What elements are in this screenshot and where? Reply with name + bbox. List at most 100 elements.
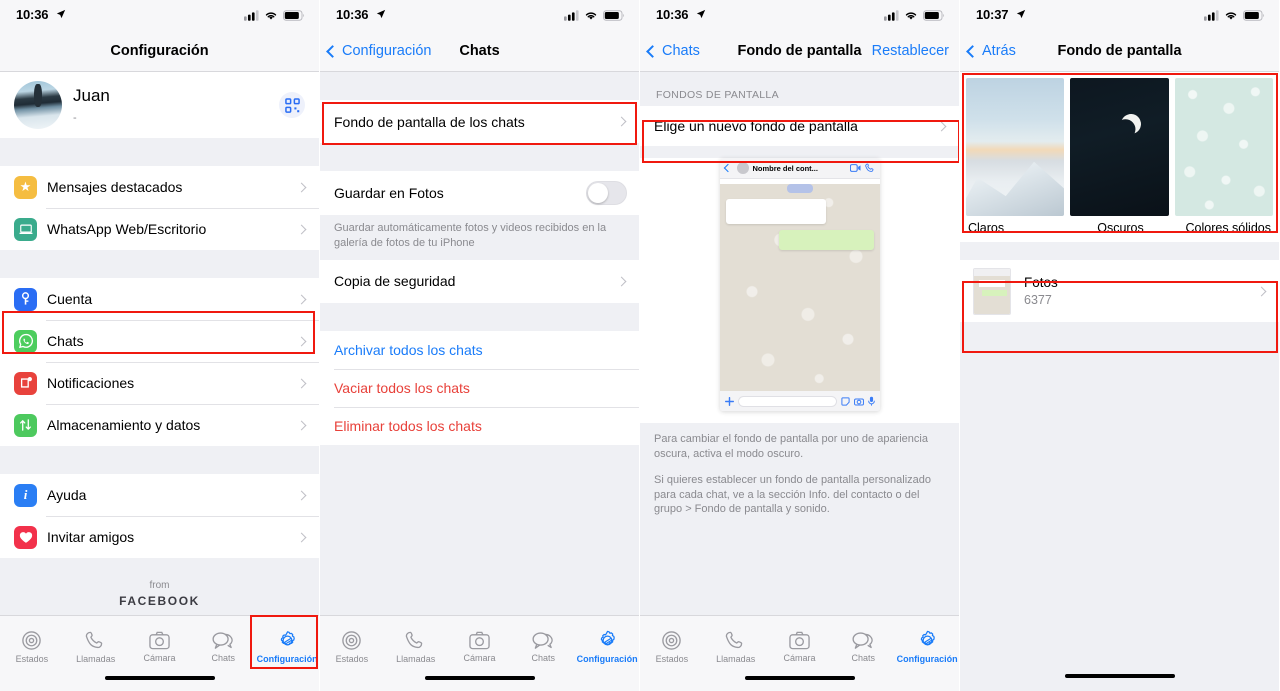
status-rings-icon — [662, 631, 682, 650]
row-label: Eliminar todos los chats — [334, 417, 482, 434]
wallpaper-category-oscuros[interactable]: Oscuros — [1070, 78, 1169, 242]
sidebar-item-notificaciones[interactable]: Notificaciones — [0, 362, 319, 404]
phone-icon — [864, 163, 873, 172]
tab-chats[interactable]: Chats — [511, 616, 575, 672]
tab-configuracion[interactable]: Configuración — [255, 616, 319, 672]
location-arrow-icon — [1016, 9, 1026, 22]
wallpaper-category-colores-solidos[interactable]: Colores sólidos — [1174, 78, 1273, 242]
avatar — [736, 162, 749, 174]
profile-row[interactable]: Juan - — [0, 72, 319, 138]
tab-configuracion[interactable]: Configuración — [575, 616, 639, 672]
battery-icon — [923, 9, 945, 21]
arrows-updown-icon — [14, 413, 37, 437]
cellular-signal-icon — [884, 9, 899, 21]
wallpaper-preview-container: Nombre del cont... — [640, 158, 959, 423]
backup-group: Copia de seguridad — [320, 259, 639, 303]
tab-llamadas[interactable]: Llamadas — [704, 616, 768, 672]
settings-group-2: Cuenta Chats Notificaciones Almacenamien… — [0, 278, 319, 446]
cellular-signal-icon — [564, 9, 579, 21]
status-time-group: 10:37 — [976, 6, 1026, 24]
settings-group-1: ★ Mensajes destacados WhatsApp Web/Escri… — [0, 166, 319, 250]
chat-bubbles-icon — [852, 632, 873, 649]
location-arrow-icon — [56, 9, 66, 22]
chevron-right-icon — [296, 420, 307, 430]
tab-estados[interactable]: Estados — [320, 616, 384, 672]
row-eliminar-todos-los-chats[interactable]: Eliminar todos los chats — [320, 406, 639, 445]
sidebar-item-ayuda[interactable]: i Ayuda — [0, 474, 319, 516]
solid-teal-pattern-thumb — [1174, 78, 1273, 216]
page-title: Fondo de pantalla — [1057, 42, 1182, 59]
footer-brand: FACEBOOK — [119, 594, 200, 608]
tab-label: Llamadas — [76, 654, 116, 664]
facebook-footer: from FACEBOOK — [0, 558, 319, 608]
info-icon: i — [14, 483, 37, 507]
row-fotos[interactable]: Fotos 6377 — [960, 260, 1279, 322]
sidebar-item-mensajes-destacados[interactable]: ★ Mensajes destacados — [0, 166, 319, 208]
row-archivar-todos-los-chats[interactable]: Archivar todos los chats — [320, 330, 639, 369]
chevron-right-icon — [296, 490, 307, 500]
tab-llamadas[interactable]: Llamadas — [64, 616, 128, 672]
back-button[interactable]: Atrás — [966, 30, 1016, 72]
camera-icon — [469, 631, 490, 650]
tab-llamadas[interactable]: Llamadas — [384, 616, 448, 672]
tab-list: Estados Llamadas Cámara Chats Configurac… — [640, 616, 959, 672]
sidebar-item-whatsapp-web[interactable]: WhatsApp Web/Escritorio — [0, 208, 319, 250]
tab-camara[interactable]: Cámara — [768, 616, 832, 672]
home-indicator — [104, 676, 215, 680]
sidebar-item-invitar-amigos[interactable]: Invitar amigos — [0, 516, 319, 558]
status-indicators — [244, 9, 305, 21]
page-title: Fondo de pantalla — [737, 42, 862, 59]
tab-chats[interactable]: Chats — [831, 616, 895, 672]
row-label: Vaciar todos los chats — [334, 379, 470, 396]
list-gap — [320, 72, 639, 100]
profile-name: Juan — [73, 86, 110, 106]
list-gap — [320, 143, 639, 171]
chat-bubbles-icon — [212, 632, 233, 649]
status-bar: 10:36 — [640, 0, 959, 30]
tab-label: Cámara — [783, 653, 816, 663]
chevron-left-icon — [326, 44, 339, 58]
row-guardar-en-fotos[interactable]: Guardar en Fotos — [320, 171, 639, 215]
location-arrow-icon — [376, 9, 386, 22]
sticker-icon — [840, 396, 850, 406]
qr-code-icon[interactable] — [279, 92, 305, 118]
heart-icon — [14, 525, 37, 549]
section-header-fondos: FONDOS DE PANTALLA — [640, 83, 959, 106]
tab-configuracion[interactable]: Configuración — [895, 616, 959, 672]
row-elige-nuevo-fondo[interactable]: Elige un nuevo fondo de pantalla — [640, 106, 959, 146]
sidebar-item-chats[interactable]: Chats — [0, 320, 319, 362]
thumb-incoming-bubble — [979, 279, 1005, 287]
sidebar-item-cuenta[interactable]: Cuenta — [0, 278, 319, 320]
toggle-knob — [588, 183, 608, 203]
profile-text: Juan - — [73, 86, 279, 124]
guardar-en-fotos-toggle[interactable] — [586, 181, 627, 205]
settings-list: Juan - ★ Mensajes destacados WhatsApp We… — [0, 72, 319, 615]
star-icon: ★ — [14, 175, 37, 199]
back-button[interactable]: Chats — [646, 30, 700, 72]
row-fondo-de-pantalla-de-los-chats[interactable]: Fondo de pantalla de los chats — [320, 100, 639, 143]
status-bar: 10:36 — [0, 0, 319, 30]
tab-camara[interactable]: Cámara — [128, 616, 192, 672]
camera-icon — [853, 398, 864, 406]
gear-icon — [280, 631, 295, 646]
tab-camara[interactable]: Cámara — [448, 616, 512, 672]
restablecer-button[interactable]: Restablecer — [872, 30, 949, 72]
back-button[interactable]: Configuración — [326, 30, 431, 72]
sidebar-item-almacenamiento[interactable]: Almacenamiento y datos — [0, 404, 319, 446]
panel-chats: 10:36 Configuración Chats Fondo de panta… — [320, 0, 640, 691]
row-copia-de-seguridad[interactable]: Copia de seguridad — [320, 259, 639, 303]
chat-preview-header: Nombre del cont... — [719, 158, 880, 179]
tab-label: Chats — [531, 653, 556, 663]
tab-estados[interactable]: Estados — [640, 616, 704, 672]
status-time: 10:37 — [976, 7, 1009, 22]
tab-bar: Estados Llamadas Cámara Chats Configurac… — [640, 615, 959, 691]
message-input[interactable] — [737, 395, 837, 407]
row-vaciar-todos-los-chats[interactable]: Vaciar todos los chats — [320, 368, 639, 407]
category-label: Oscuros — [1097, 221, 1144, 235]
tab-estados[interactable]: Estados — [0, 616, 64, 672]
wallpaper-category-claros[interactable]: Claros — [966, 78, 1065, 242]
battery-icon — [603, 9, 625, 21]
phone-icon — [725, 631, 743, 649]
nav-bar: Configuración — [0, 30, 319, 72]
tab-chats[interactable]: Chats — [191, 616, 255, 672]
